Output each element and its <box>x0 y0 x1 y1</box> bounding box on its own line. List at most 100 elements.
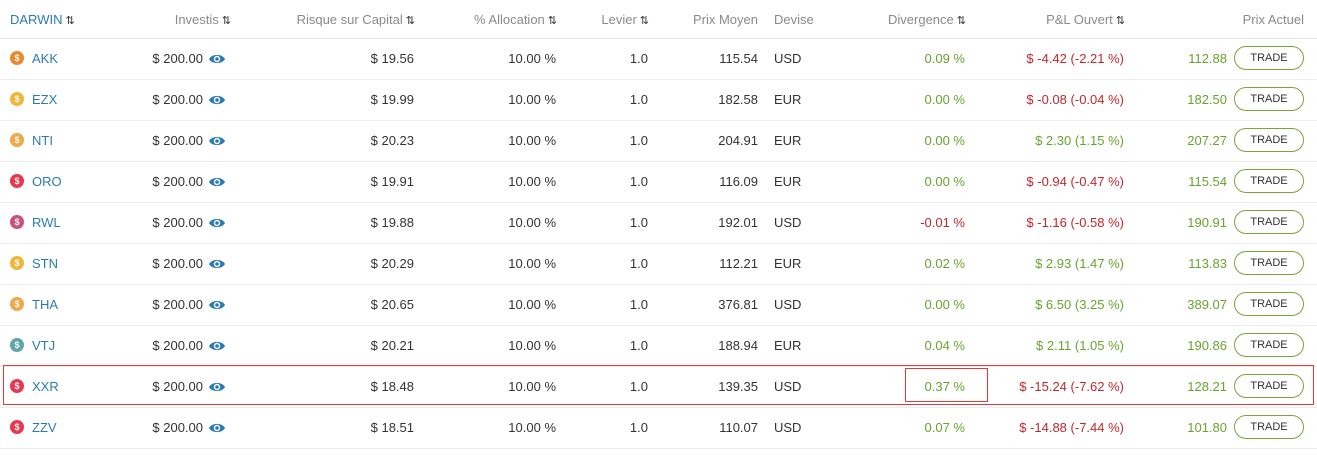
divergence-value: -0.01 % <box>920 215 965 230</box>
eye-icon[interactable] <box>208 94 226 106</box>
trade-button[interactable]: TRADE <box>1234 415 1304 439</box>
header-investis[interactable]: Investis ⇅ <box>175 12 231 27</box>
risque-value: $ 20.23 <box>370 133 414 148</box>
trade-button[interactable]: TRADE <box>1234 128 1304 152</box>
pl-amount: $ -0.08 <box>1026 92 1067 107</box>
header-divergence[interactable]: Divergence ⇅ <box>888 12 966 27</box>
table-row: $ ORO $ 200.00 $ 19.91 10.00 % 1.0 116.09 EUR 0.… <box>0 161 1317 203</box>
pl-percent: (1.47 %) <box>1074 256 1124 271</box>
sort-icon[interactable]: ⇅ <box>1116 14 1125 27</box>
eye-icon[interactable] <box>208 258 226 270</box>
darwin-link[interactable]: VTJ <box>32 338 55 353</box>
prix-actuel-value: 389.07 <box>1187 297 1227 312</box>
eye-icon[interactable] <box>208 135 226 147</box>
investis-value: $ 200.00 <box>152 133 203 148</box>
divergence-value: 0.00 % <box>924 297 965 312</box>
sort-icon[interactable]: ⇅ <box>406 14 415 27</box>
prix-moyen-value: 112.21 <box>719 256 758 271</box>
pl-percent: (-0.58 %) <box>1070 215 1124 230</box>
trade-button[interactable]: TRADE <box>1234 210 1304 234</box>
pl-amount: $ -14.88 <box>1019 420 1067 435</box>
devise-value: EUR <box>774 92 802 107</box>
levier-value: 1.0 <box>629 256 648 271</box>
sort-icon[interactable]: ⇅ <box>548 14 557 27</box>
trade-button[interactable]: TRADE <box>1234 251 1304 275</box>
darwin-link[interactable]: ORO <box>32 174 62 189</box>
investis-value: $ 200.00 <box>152 420 203 435</box>
allocation-value: 10.00 % <box>508 420 556 435</box>
prix-actuel-value: 190.91 <box>1187 215 1227 230</box>
table-header: DARWIN ⇅ Investis ⇅ Risque sur Capital ⇅ % … <box>0 0 1317 39</box>
table-row: $ AKK $ 200.00 $ 19.56 10.00 % 1.0 115.54 USD 0.… <box>0 38 1317 80</box>
pl-amount: $ -0.94 <box>1026 174 1067 189</box>
trade-button[interactable]: TRADE <box>1234 333 1304 357</box>
sort-icon[interactable]: ⇅ <box>957 14 966 27</box>
eye-icon[interactable] <box>208 217 226 229</box>
pl-percent: (-2.21 %) <box>1070 51 1124 66</box>
devise-value: USD <box>774 51 802 66</box>
darwin-link[interactable]: AKK <box>32 51 58 66</box>
darwin-link[interactable]: THA <box>32 297 58 312</box>
pl-percent: (-7.44 %) <box>1070 420 1124 435</box>
darwin-link[interactable]: EZX <box>32 92 57 107</box>
sort-icon[interactable]: ⇅ <box>65 14 74 27</box>
risque-value: $ 18.51 <box>370 420 414 435</box>
darwin-link[interactable]: RWL <box>32 215 61 230</box>
divergence-value: 0.09 % <box>924 51 965 66</box>
prix-actuel-value: 112.88 <box>1188 51 1227 66</box>
eye-icon[interactable] <box>208 176 226 188</box>
header-levier[interactable]: Levier ⇅ <box>601 12 649 27</box>
trade-button[interactable]: TRADE <box>1234 87 1304 111</box>
darwin-link[interactable]: STN <box>32 256 58 271</box>
levier-value: 1.0 <box>629 174 648 189</box>
header-pl-ouvert[interactable]: P&L Ouvert ⇅ <box>1046 12 1125 27</box>
header-darwin[interactable]: DARWIN ⇅ <box>10 12 75 27</box>
pl-percent: (1.05 %) <box>1074 338 1124 353</box>
pl-ouvert-value: $ 6.50 (3.25 %) <box>1035 297 1124 312</box>
pl-percent: (-0.47 %) <box>1070 174 1124 189</box>
trade-button[interactable]: TRADE <box>1234 46 1304 70</box>
pl-ouvert-value: $ -4.42 (-2.21 %) <box>1026 51 1124 66</box>
prix-actuel-value: 207.27 <box>1187 133 1227 148</box>
table-row: $ THA $ 200.00 $ 20.65 10.00 % 1.0 376.81 USD 0.… <box>0 284 1317 326</box>
divergence-value: 0.00 % <box>924 174 965 189</box>
pl-percent: (1.15 %) <box>1074 133 1124 148</box>
levier-value: 1.0 <box>629 215 648 230</box>
prix-moyen-value: 115.54 <box>719 51 758 66</box>
divergence-value: 0.00 % <box>924 92 965 107</box>
trade-button[interactable]: TRADE <box>1234 169 1304 193</box>
allocation-value: 10.00 % <box>508 51 556 66</box>
pl-amount: $ 6.50 <box>1035 297 1072 312</box>
eye-icon[interactable] <box>208 340 226 352</box>
dollar-coin-icon: $ <box>10 420 24 434</box>
pl-ouvert-value: $ -0.08 (-0.04 %) <box>1026 92 1124 107</box>
eye-icon[interactable] <box>208 422 226 434</box>
darwin-link[interactable]: NTI <box>32 133 53 148</box>
header-risque[interactable]: Risque sur Capital ⇅ <box>297 12 415 27</box>
pl-ouvert-value: $ -14.88 (-7.44 %) <box>1019 420 1124 435</box>
eye-icon[interactable] <box>208 299 226 311</box>
prix-actuel-value: 182.50 <box>1187 92 1227 107</box>
darwin-link[interactable]: ZZV <box>32 420 57 435</box>
sort-icon[interactable]: ⇅ <box>222 14 231 27</box>
investis-value: $ 200.00 <box>152 338 203 353</box>
table-row: $ VTJ $ 200.00 $ 20.21 10.00 % 1.0 188.94 EUR 0.… <box>0 325 1317 367</box>
divergence-value: 0.02 % <box>924 256 965 271</box>
prix-moyen-value: 110.07 <box>719 420 758 435</box>
sort-icon[interactable]: ⇅ <box>640 14 649 27</box>
risque-value: $ 20.65 <box>370 297 414 312</box>
prix-actuel-value: 113.83 <box>1188 256 1227 271</box>
risque-value: $ 19.56 <box>370 51 414 66</box>
header-allocation[interactable]: % Allocation ⇅ <box>474 12 557 27</box>
risque-value: $ 20.29 <box>370 256 414 271</box>
investis-value: $ 200.00 <box>152 297 203 312</box>
prix-moyen-value: 188.94 <box>718 338 758 353</box>
pl-amount: $ 2.11 <box>1036 338 1072 353</box>
investis-value: $ 200.00 <box>152 174 203 189</box>
eye-icon[interactable] <box>208 53 226 65</box>
levier-value: 1.0 <box>629 51 648 66</box>
divergence-value: 0.00 % <box>924 133 965 148</box>
devise-value: USD <box>774 215 802 230</box>
header-prix-moyen: Prix Moyen <box>692 12 758 27</box>
trade-button[interactable]: TRADE <box>1234 292 1304 316</box>
